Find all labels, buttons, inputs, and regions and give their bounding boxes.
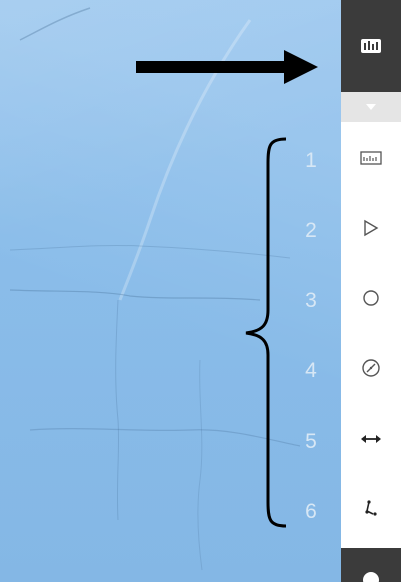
tool-circle[interactable]	[341, 273, 401, 323]
number-5: 5	[305, 430, 317, 453]
number-2: 2	[305, 219, 317, 242]
compass-icon	[362, 359, 380, 377]
toolbar-next-section-button[interactable]	[341, 548, 401, 582]
pointer-arrow	[136, 50, 318, 84]
toolbar-collapse-button[interactable]	[341, 92, 401, 122]
tool-profile[interactable]	[341, 133, 401, 183]
measure-profile-icon	[360, 151, 382, 165]
layer-icon	[363, 572, 379, 582]
tool-bearing[interactable]	[341, 343, 401, 393]
circle-icon	[363, 290, 379, 306]
number-6: 6	[305, 500, 317, 523]
tool-path[interactable]	[341, 484, 401, 534]
triangle-play-icon	[364, 219, 379, 237]
number-1: 1	[305, 149, 317, 172]
measure-toolbar-toggle-button[interactable]	[341, 0, 401, 92]
number-3: 3	[305, 289, 317, 312]
number-4: 4	[305, 359, 317, 382]
measure-toolbar-icon	[361, 39, 381, 53]
path-line-icon	[365, 500, 377, 516]
tool-point[interactable]	[341, 203, 401, 253]
measurement-toolbar	[341, 0, 401, 582]
horizontal-distance-icon	[361, 435, 381, 443]
tool-distance[interactable]	[341, 414, 401, 464]
curly-brace	[245, 137, 287, 528]
chevron-down-icon	[366, 104, 376, 110]
